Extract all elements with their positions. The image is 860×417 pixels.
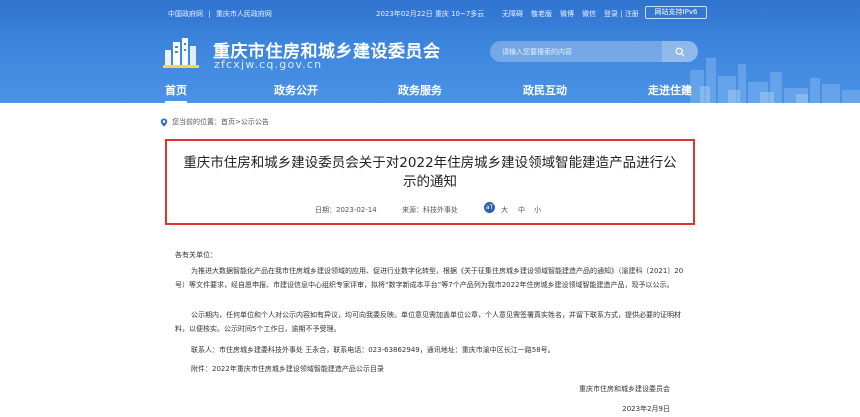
- site-domain: zfcxjw.cq.gov.cn: [214, 58, 323, 71]
- date-weather: 2023年02月22日 重庆 10~7多云: [376, 10, 485, 18]
- breadcrumb-prefix: 您当前的位置：: [172, 118, 221, 126]
- login-register-link[interactable]: 登录 | 注册: [604, 9, 639, 19]
- article-signature-date: 2023年2月9日: [622, 405, 670, 413]
- top-left-links: 中国政府网 | 重庆市人民政府网: [168, 9, 275, 19]
- article-source: 来源：科技外事处: [402, 206, 458, 214]
- top-right-links: 无障碍 敬老版 微博 微信 登录 | 注册: [502, 9, 639, 19]
- weibo-link[interactable]: 微博: [560, 9, 574, 19]
- breadcrumb: 您当前的位置： 首页 > 公示公告: [160, 117, 269, 127]
- article-attachment-link[interactable]: 附件：2022年重庆市住房城乡建设领域智能建造产品公示目录: [175, 362, 690, 376]
- location-pin-icon: [160, 118, 168, 127]
- article-title: 重庆市住房和城乡建设委员会关于对2022年住房城乡建设领域智能建造产品进行公示的…: [183, 155, 677, 190]
- top-bar: 中国政府网 | 重庆市人民政府网 2023年02月22日 重庆 10~7多云 无…: [0, 0, 860, 24]
- search-input[interactable]: [502, 44, 662, 59]
- article-salutation: 各有关单位：: [175, 251, 217, 259]
- font-size-small-button[interactable]: 小: [534, 205, 541, 215]
- nav-home[interactable]: 首页: [165, 82, 187, 103]
- search-button[interactable]: [662, 41, 698, 62]
- article-contact: 联系人：市住房城乡建委科技外事处 王永合，联系电话：023-63862949，通…: [191, 346, 555, 354]
- article-header: 重庆市住房和城乡建设委员会关于对2022年住房城乡建设领域智能建造产品进行公示的…: [165, 139, 695, 225]
- article-date: 日期：2023-02-14: [315, 206, 377, 214]
- top-link-separator: |: [208, 10, 211, 18]
- font-size-large-button[interactable]: 大: [501, 205, 508, 215]
- article-paragraph: 公示期内，任何单位和个人对公示内容如有异议，均可向我委反映。单位意见需加盖单位公…: [175, 311, 681, 333]
- article-signature-org: 重庆市住房和城乡建设委员会: [579, 385, 670, 393]
- site-header: 中国政府网 | 重庆市人民政府网 2023年02月22日 重庆 10~7多云 无…: [0, 0, 860, 103]
- site-logo-icon[interactable]: [163, 36, 199, 68]
- elder-mode-link[interactable]: 敬老版: [531, 9, 552, 19]
- nav-public-interaction[interactable]: 政民互动: [523, 82, 567, 98]
- nav-gov-affairs-public[interactable]: 政务公开: [274, 82, 318, 98]
- breadcrumb-current[interactable]: 公示公告: [241, 117, 269, 127]
- breadcrumb-home[interactable]: 首页: [221, 117, 235, 127]
- wechat-link[interactable]: 微信: [582, 9, 596, 19]
- main-nav: 首页 政务公开 政务服务 政民互动 走进住建: [0, 78, 860, 103]
- font-size-medium-button[interactable]: 中: [518, 205, 525, 215]
- nav-gov-services[interactable]: 政务服务: [398, 82, 442, 98]
- search-icon: [675, 47, 685, 56]
- font-size-icon: aT: [484, 202, 495, 213]
- gov-cn-link[interactable]: 中国政府网: [168, 10, 203, 18]
- accessibility-link[interactable]: 无障碍: [502, 9, 523, 19]
- ipv6-badge: 网站支持IPv6: [645, 6, 707, 19]
- nav-about[interactable]: 走进住建: [648, 82, 692, 98]
- search-box: [490, 41, 698, 62]
- cq-gov-link[interactable]: 重庆市人民政府网: [216, 10, 272, 18]
- article-paragraph: 为推进大数据智能化产品在我市住房城乡建设领域的应用、促进行业数字化转型，根据《关…: [175, 267, 684, 289]
